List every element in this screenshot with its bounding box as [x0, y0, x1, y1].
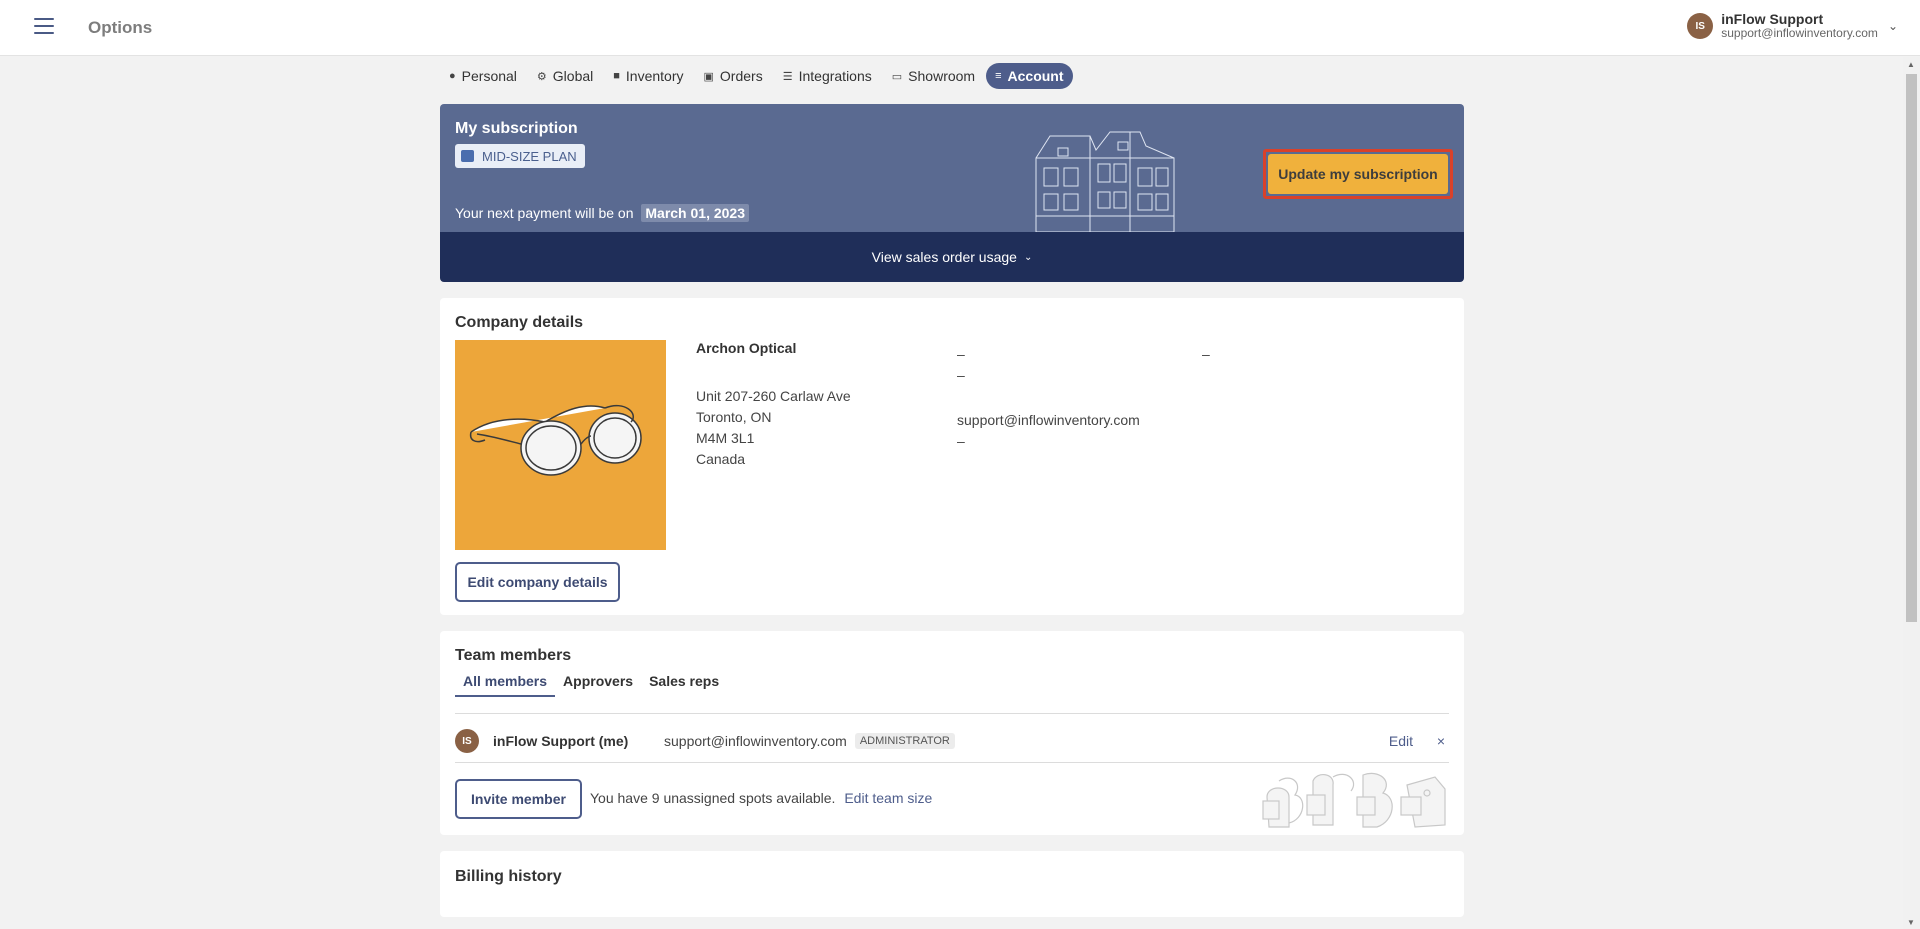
laptop-icon: ▭	[891, 70, 903, 83]
spots-available: You have 9 unassigned spots available. E…	[590, 790, 933, 806]
list-icon: ☰	[782, 70, 793, 83]
tab-account[interactable]: ≡ Account	[986, 63, 1073, 89]
edit-team-size-link[interactable]: Edit team size	[844, 790, 932, 806]
team-members-title: Team members	[455, 647, 572, 664]
company-email: support@inflowinventory.com	[957, 412, 1140, 428]
tab-sales-reps[interactable]: Sales reps	[641, 673, 727, 697]
hamburger-menu-icon[interactable]	[34, 18, 54, 38]
user-info: inFlow Support support@inflowinventory.c…	[1721, 12, 1878, 40]
user-name: inFlow Support	[1721, 11, 1824, 27]
gear-icon: ⚙	[536, 70, 547, 83]
tax-value: –	[1202, 346, 1210, 362]
page-scrollbar[interactable]: ▲ ▼	[1903, 57, 1920, 929]
company-logo	[455, 340, 666, 550]
chevron-down-icon: ⌄	[1887, 19, 1898, 33]
page-title: Options	[88, 18, 153, 37]
subscription-banner: My subscription MID-SIZE PLAN Your next …	[440, 104, 1464, 232]
company-name: Archon Optical	[696, 340, 797, 356]
chevron-down-icon: ⌄	[1023, 251, 1033, 263]
company-details-title: Company details	[455, 314, 584, 331]
billing-history-card: Billing history	[440, 851, 1464, 917]
company-details-card: Company details Archon Optical Unit 207-…	[440, 298, 1464, 615]
tab-integrations[interactable]: ☰ Integrations	[774, 63, 881, 89]
role-badge: ADMINISTRATOR	[854, 733, 955, 749]
building-illustration-icon	[1035, 131, 1175, 232]
top-header: Options IS inFlow Support support@inflow…	[0, 0, 1920, 56]
fax-value: –	[957, 367, 965, 383]
update-subscription-button[interactable]: Update my subscription	[1268, 154, 1448, 194]
member-email: support@inflowinventory.com	[664, 733, 847, 749]
edit-member-button[interactable]: Edit	[1389, 733, 1413, 749]
avatar: IS	[455, 729, 479, 753]
divider	[455, 713, 1449, 714]
tab-personal[interactable]: ● Personal	[440, 63, 526, 89]
update-subscription-highlight: Update my subscription	[1263, 149, 1453, 199]
team-tabs: All members Approvers Sales reps	[455, 673, 727, 697]
next-payment: Your next payment will be on March 01, 2…	[455, 204, 749, 222]
person-icon: ●	[449, 70, 456, 82]
tab-showroom[interactable]: ▭ Showroom	[883, 63, 984, 89]
team-members-card: Team members All members Approvers Sales…	[440, 631, 1464, 835]
bag-icon: ▣	[703, 70, 714, 83]
user-email: support@inflowinventory.com	[1721, 26, 1878, 40]
company-contact-fields: – –	[957, 344, 965, 386]
plan-name: MID-SIZE PLAN	[482, 148, 577, 164]
tab-approvers[interactable]: Approvers	[555, 673, 641, 697]
billing-history-title: Billing history	[455, 868, 562, 885]
close-icon[interactable]: ×	[1437, 733, 1445, 749]
glasses-icon	[469, 404, 642, 476]
phone-value: –	[957, 346, 965, 362]
scrollbar-thumb[interactable]	[1906, 74, 1917, 622]
scroll-down-arrow-icon[interactable]: ▼	[1907, 918, 1915, 927]
tab-global[interactable]: ⚙ Global	[528, 63, 602, 89]
invite-member-button[interactable]: Invite member	[455, 779, 582, 819]
company-address: Unit 207-260 Carlaw Ave Toronto, ON M4M …	[696, 388, 851, 467]
sliders-icon: ≡	[995, 70, 1002, 82]
website-value: –	[957, 433, 965, 449]
options-tabs: ● Personal ⚙ Global ■ Inventory ▣ Orders…	[440, 63, 1075, 89]
user-menu[interactable]: IS inFlow Support support@inflowinventor…	[1687, 12, 1898, 40]
edit-company-details-button[interactable]: Edit company details	[455, 562, 620, 602]
divider	[455, 762, 1449, 763]
payment-date: March 01, 2023	[641, 204, 749, 222]
mascots-illustration-icon	[1262, 772, 1446, 828]
account-content: My subscription MID-SIZE PLAN Your next …	[440, 104, 1464, 917]
tab-all-members[interactable]: All members	[455, 673, 556, 697]
member-name: inFlow Support (me)	[493, 733, 629, 749]
company-email-fields: support@inflowinventory.com –	[957, 410, 1140, 452]
scroll-up-arrow-icon[interactable]: ▲	[1907, 60, 1915, 69]
avatar: IS	[1687, 13, 1714, 39]
company-extra-fields: –	[1202, 344, 1210, 365]
subscription-card: My subscription MID-SIZE PLAN Your next …	[440, 104, 1464, 282]
box-icon: ■	[613, 70, 620, 82]
plan-badge: MID-SIZE PLAN	[455, 144, 585, 168]
subscription-title: My subscription	[455, 120, 578, 137]
tab-orders[interactable]: ▣ Orders	[695, 63, 772, 89]
tab-inventory[interactable]: ■ Inventory	[604, 63, 692, 89]
view-usage-toggle[interactable]: View sales order usage ⌄	[440, 232, 1464, 282]
table-row: IS inFlow Support (me) support@inflowinv…	[455, 721, 1449, 761]
calendar-icon	[461, 150, 474, 162]
